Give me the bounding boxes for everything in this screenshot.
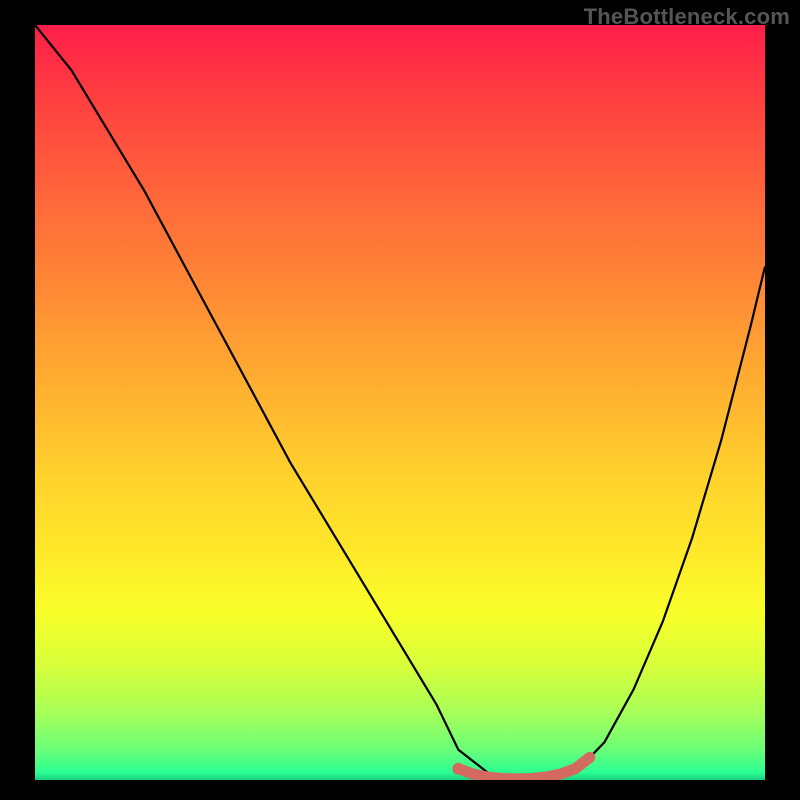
- optimal-start-dot: [452, 763, 464, 775]
- bottleneck-curve: [35, 25, 765, 780]
- chart-svg: [35, 25, 765, 780]
- optimal-highlight: [458, 757, 589, 779]
- watermark-text: TheBottleneck.com: [584, 4, 790, 30]
